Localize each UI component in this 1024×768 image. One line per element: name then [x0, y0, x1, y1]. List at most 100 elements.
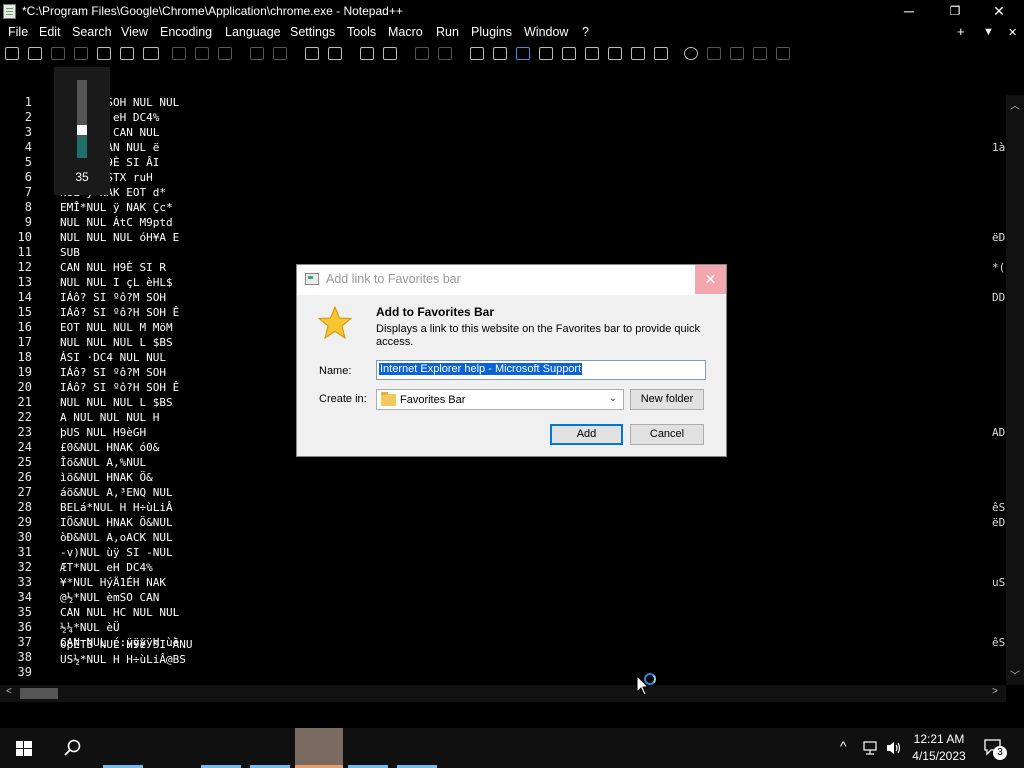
minimize-button[interactable]: ─	[886, 0, 932, 23]
doc-list-icon[interactable]	[585, 47, 599, 60]
zoom-out-icon[interactable]	[383, 47, 397, 60]
taskbar-app-active[interactable]	[295, 728, 343, 768]
show-all-characters-icon[interactable]	[493, 47, 507, 60]
indent-guide-icon[interactable]	[516, 47, 530, 60]
editor-line[interactable]: òÐ&NUL A,oACK NUL	[60, 530, 190, 545]
editor-line-tail[interactable]	[992, 365, 1006, 380]
folder-workspace-icon[interactable]	[631, 47, 645, 60]
editor-line-tail[interactable]	[992, 530, 1006, 545]
editor-line-tail[interactable]	[992, 305, 1006, 320]
menu-search[interactable]: Search	[72, 25, 112, 39]
name-field[interactable]: Internet Explorer help - Microsoft Suppo…	[376, 360, 706, 380]
redo-icon[interactable]	[273, 47, 287, 60]
editor-text-right[interactable]: 1à ëD*(DDADêSIëDuSêS	[992, 95, 1006, 650]
scroll-up-icon[interactable]: ︿	[1010, 97, 1020, 112]
cancel-button[interactable]: Cancel	[630, 424, 704, 445]
record-macro-icon[interactable]	[684, 47, 698, 60]
volume-icon[interactable]	[885, 740, 903, 756]
function-list-icon[interactable]	[608, 47, 622, 60]
menu-encoding[interactable]: Encoding	[160, 25, 212, 39]
editor-line[interactable]: IÁô? SI ºô?H SOH Ê	[60, 380, 190, 395]
copy-icon[interactable]	[195, 47, 209, 60]
open-file-icon[interactable]	[28, 47, 42, 60]
horizontal-scrollbar[interactable]: < >	[0, 685, 1006, 702]
editor-line[interactable]: NUL NUL NUL óH¥A E	[60, 230, 190, 245]
editor-line-tail[interactable]	[992, 95, 1006, 110]
menu-settings[interactable]: Settings	[290, 25, 335, 39]
save-all-icon[interactable]	[74, 47, 88, 60]
editor-line-tail[interactable]: êSI	[992, 500, 1006, 515]
menu-tools[interactable]: Tools	[347, 25, 376, 39]
editor-line[interactable]: ½¼*NUL èÜ	[60, 620, 190, 635]
notification-center-icon[interactable]: 3	[983, 738, 1007, 760]
menu-plugins[interactable]: Plugins	[471, 25, 512, 39]
editor-line-tail[interactable]	[992, 245, 1006, 260]
editor-line[interactable]: £0&NUL HNAK ó0&	[60, 440, 190, 455]
editor-line[interactable]: A NUL NUL NUL H	[60, 410, 190, 425]
tab-list-dropdown[interactable]: ▼	[983, 26, 994, 38]
menu-run[interactable]: Run	[436, 25, 459, 39]
editor-line[interactable]: ÆT*NUL eH DC4%	[60, 560, 190, 575]
editor-line[interactable]: BELá*NUL H H÷ùLiÂ	[60, 500, 190, 515]
dialog-close-button[interactable]: ✕	[695, 265, 726, 294]
add-button[interactable]: Add	[550, 424, 623, 445]
editor-line-tail[interactable]	[992, 440, 1006, 455]
run-macro-multiple-icon[interactable]	[753, 47, 767, 60]
monitoring-icon[interactable]	[654, 47, 668, 60]
editor-line[interactable]: CAN NUL HC NUL NUL	[60, 605, 190, 620]
editor-line[interactable]: ìö&NUL HNAK Ö&	[60, 470, 190, 485]
menu-language[interactable]: Language	[225, 25, 281, 39]
scroll-left-icon[interactable]: <	[6, 686, 12, 697]
editor-line-tail[interactable]	[992, 170, 1006, 185]
editor-line[interactable]: SUB	[60, 245, 190, 260]
save-macro-icon[interactable]	[776, 47, 790, 60]
editor-line[interactable]: áö&NUL A,³ENQ NUL	[60, 485, 190, 500]
close-all-icon[interactable]	[120, 47, 134, 60]
tray-chevron-icon[interactable]: ^	[840, 738, 847, 768]
editor-line-tail[interactable]	[992, 455, 1006, 470]
playback-icon[interactable]	[730, 47, 744, 60]
editor-line[interactable]: EOT NUL NUL M MöM	[60, 320, 190, 335]
editor-line-tail[interactable]	[992, 155, 1006, 170]
new-folder-button[interactable]: New folder	[630, 389, 704, 410]
editor-line-tail[interactable]: DD	[992, 290, 1006, 305]
doc-map-icon[interactable]	[562, 47, 576, 60]
editor-line[interactable]: Îö&NUL A,%NUL	[60, 455, 190, 470]
editor-line[interactable]: ÁSI ·DC4 NUL NUL	[60, 350, 190, 365]
paste-icon[interactable]	[218, 47, 232, 60]
menu-edit[interactable]: Edit	[39, 25, 61, 39]
editor-line[interactable]: @½*NUL èmSO CAN	[60, 590, 190, 605]
editor-line-tail[interactable]	[992, 215, 1006, 230]
horizontal-scroll-thumb[interactable]	[20, 688, 58, 699]
editor-line[interactable]: ¥*NUL HýÄ1ÉH NAK	[60, 575, 190, 590]
find-icon[interactable]	[305, 47, 319, 60]
scroll-down-icon[interactable]: ﹀	[1010, 667, 1020, 682]
undo-icon[interactable]	[250, 47, 264, 60]
new-tab-button[interactable]: +	[957, 24, 965, 39]
cut-icon[interactable]	[172, 47, 186, 60]
create-in-select[interactable]: Favorites Bar ⌄	[376, 389, 624, 410]
editor-line[interactable]: NUL NUL ÁtC M9ptd	[60, 215, 190, 230]
start-windows-icon[interactable]	[0, 728, 48, 768]
sync-vertical-icon[interactable]	[415, 47, 429, 60]
close-tab-button[interactable]: ✕	[1008, 26, 1017, 39]
chevron-down-icon[interactable]: ⌄	[606, 393, 620, 406]
editor-line[interactable]: IÁô? SI ºô?H SOH Ê	[60, 305, 190, 320]
menu-file[interactable]: File	[8, 25, 28, 39]
menu-macro[interactable]: Macro	[388, 25, 423, 39]
vertical-scrollbar[interactable]: ︿ ﹀	[1006, 95, 1024, 685]
editor-line-tail[interactable]	[992, 185, 1006, 200]
editor-line[interactable]: þUS NUL H9èGH	[60, 425, 190, 440]
close-file-icon[interactable]	[97, 47, 111, 60]
editor-line-tail[interactable]	[992, 560, 1006, 575]
editor-line-tail[interactable]: AD	[992, 425, 1006, 440]
editor-line-tail[interactable]	[992, 590, 1006, 605]
editor-line-tail[interactable]	[992, 110, 1006, 125]
system-clock[interactable]: 12:21 AM 4/15/2023	[905, 731, 973, 765]
editor-line[interactable]: NUL NUL NUL L $BS	[60, 335, 190, 350]
sync-horizontal-icon[interactable]	[438, 47, 452, 60]
stop-record-icon[interactable]	[707, 47, 721, 60]
menu-help[interactable]: ?	[582, 25, 589, 39]
maximize-button[interactable]: ❐	[932, 0, 978, 23]
search-icon[interactable]	[48, 728, 96, 768]
